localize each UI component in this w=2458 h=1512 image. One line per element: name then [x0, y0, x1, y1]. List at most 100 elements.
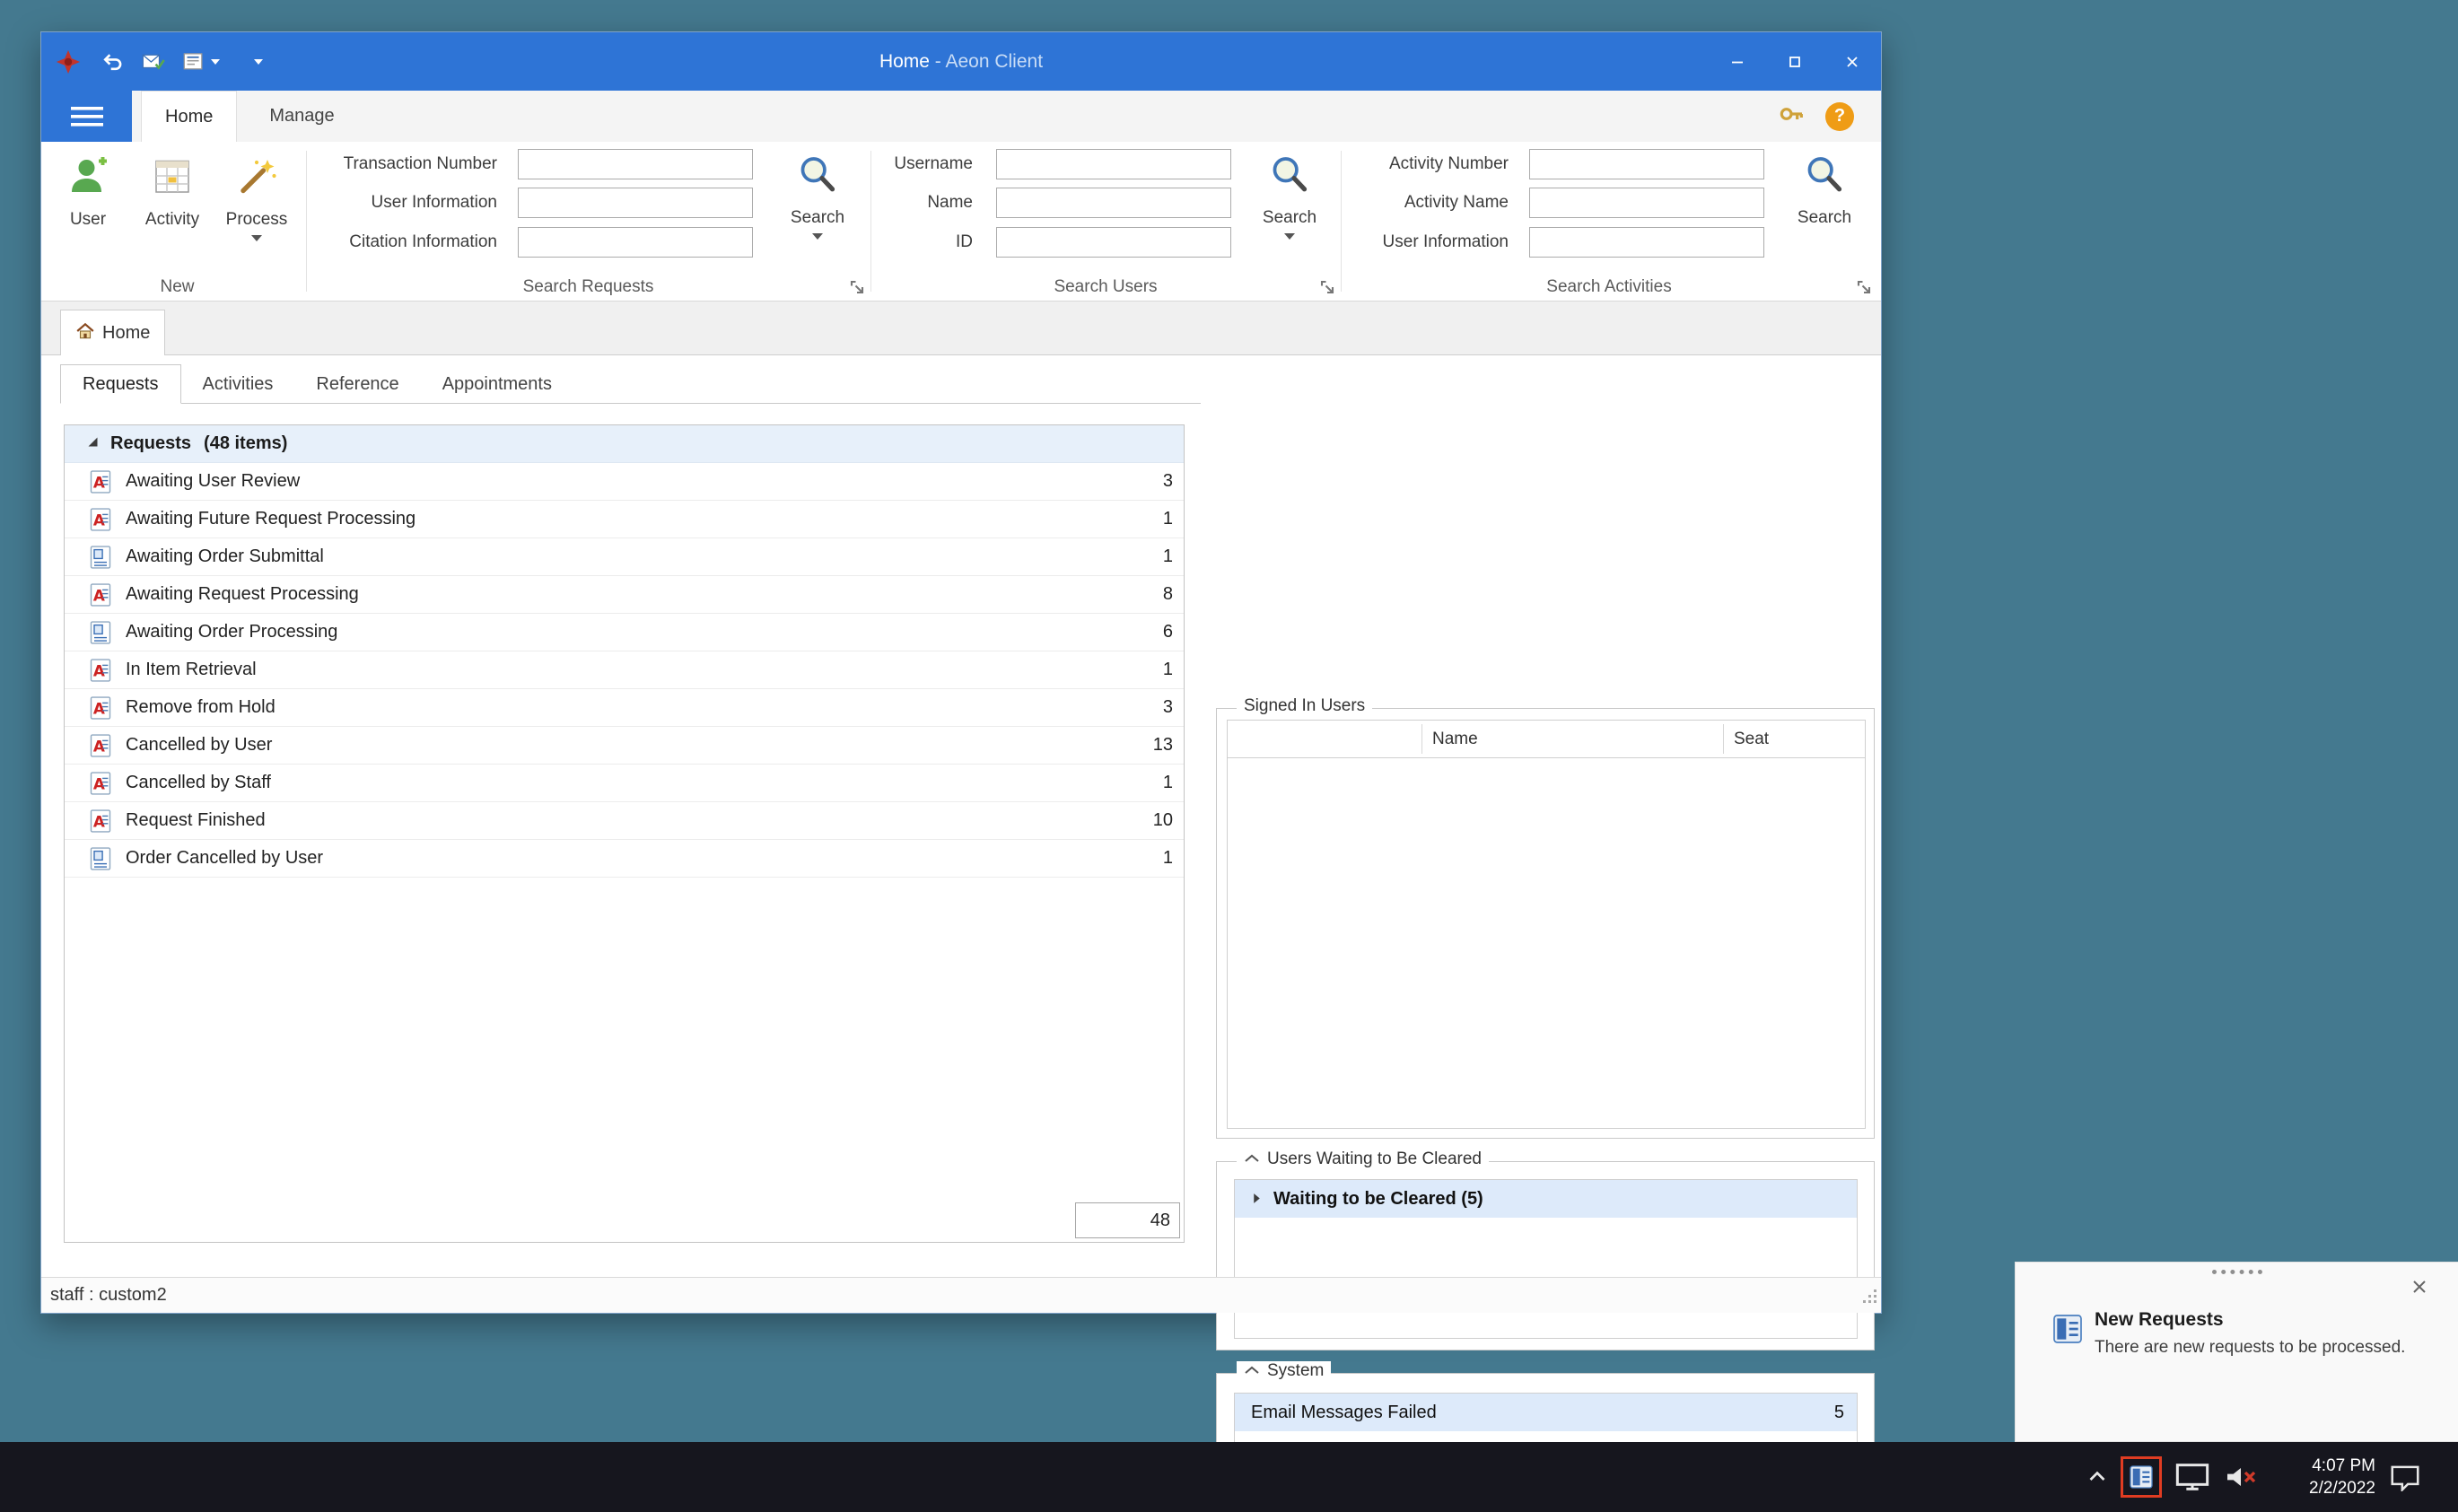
request-queue-row[interactable]: Awaiting Order Processing6	[65, 614, 1184, 651]
email-messages-failed-row[interactable]: Email Messages Failed 5	[1235, 1394, 1857, 1431]
tab-activities[interactable]: Activities	[181, 364, 295, 404]
transaction-number-label: Transaction Number	[311, 149, 497, 179]
toast-message: There are new requests to be processed.	[2095, 1338, 2405, 1358]
new-activity-button[interactable]: Activity	[133, 147, 212, 278]
queue-count: 1	[1163, 848, 1184, 869]
network-display-icon[interactable]	[2174, 1462, 2210, 1492]
dialog-launcher-icon[interactable]	[1856, 279, 1872, 295]
desktop: Home - Aeon Client Home Manage	[0, 0, 2458, 1512]
request-queue-row[interactable]: AIn Item Retrieval1	[65, 651, 1184, 689]
undo-icon[interactable]	[101, 52, 124, 72]
help-icon[interactable]: ?	[1825, 102, 1854, 131]
users-waiting-title-label: Users Waiting to Be Cleared	[1267, 1149, 1482, 1169]
aeon-tray-icon[interactable]	[2127, 1463, 2156, 1491]
name-column-header[interactable]: Name	[1421, 721, 1723, 758]
svg-text:A: A	[93, 661, 105, 679]
svg-text:A: A	[93, 586, 105, 604]
minimize-button[interactable]	[1709, 32, 1766, 91]
status-bar: staff : custom2	[41, 1277, 1881, 1313]
request-document-icon: A	[88, 469, 113, 494]
name-input[interactable]	[996, 188, 1231, 218]
aeon-client-window: Home - Aeon Client Home Manage	[40, 31, 1882, 1314]
queue-count: 1	[1163, 546, 1184, 567]
citation-information-input[interactable]	[518, 227, 753, 258]
activity-name-input[interactable]	[1529, 188, 1764, 218]
seat-column-header[interactable]: Seat	[1723, 721, 1867, 758]
window-title-secondary: - Aeon Client	[930, 51, 1043, 72]
tray-chevron-up-icon[interactable]	[2086, 1466, 2108, 1488]
activity-name-label: Activity Name	[1346, 188, 1509, 218]
queue-label: Awaiting Future Request Processing	[126, 509, 415, 529]
maximize-button[interactable]	[1766, 32, 1824, 91]
logged-in-user-label: staff : custom2	[50, 1285, 167, 1306]
transaction-number-input[interactable]	[518, 149, 753, 179]
titlebar[interactable]: Home - Aeon Client	[41, 32, 1881, 91]
system-title[interactable]: System	[1237, 1361, 1331, 1381]
request-queue-row[interactable]: ARemove from Hold3	[65, 689, 1184, 727]
request-queue-row[interactable]: AAwaiting User Review3	[65, 463, 1184, 501]
toast-drag-handle[interactable]	[2212, 1270, 2262, 1274]
request-queue-row[interactable]: Awaiting Order Submittal1	[65, 538, 1184, 576]
ribbon-tab-home[interactable]: Home	[141, 91, 237, 142]
username-input[interactable]	[996, 149, 1231, 179]
request-queue-row[interactable]: ACancelled by Staff1	[65, 765, 1184, 802]
request-queue-row[interactable]: ACancelled by User13	[65, 727, 1184, 765]
new-user-label: User	[70, 210, 106, 230]
indicator-column-header[interactable]	[1228, 721, 1421, 758]
close-button[interactable]	[1824, 32, 1881, 91]
volume-muted-icon[interactable]	[2223, 1462, 2259, 1492]
taskbar-clock[interactable]: 4:07 PM 2/2/2022	[2271, 1455, 2375, 1499]
document-tab-home[interactable]: Home	[60, 310, 165, 356]
svg-text:A: A	[93, 473, 105, 491]
activity-user-information-input[interactable]	[1529, 227, 1764, 258]
search-activities-button[interactable]: Search	[1786, 147, 1863, 278]
window-controls	[1709, 32, 1881, 91]
dialog-launcher-icon[interactable]	[1319, 279, 1335, 295]
dialog-launcher-icon[interactable]	[849, 279, 865, 295]
customize-quick-access-icon[interactable]	[254, 59, 263, 65]
ribbon-tab-manage[interactable]: Manage	[246, 91, 357, 142]
routing-form-icon[interactable]	[183, 52, 220, 72]
application-menu-button[interactable]	[41, 91, 132, 142]
submit-envelope-icon[interactable]	[142, 52, 165, 72]
email-failed-count: 5	[1834, 1403, 1844, 1423]
search-users-button[interactable]: Search	[1251, 147, 1328, 278]
dropdown-caret-icon	[254, 59, 263, 65]
queue-label: Remove from Hold	[126, 697, 276, 718]
action-center-icon[interactable]	[2388, 1463, 2422, 1491]
new-activity-label: Activity	[145, 210, 199, 230]
key-icon[interactable]	[1777, 100, 1806, 133]
tab-appointments[interactable]: Appointments	[421, 364, 573, 404]
ribbon-group-label-search-users: Search Users	[870, 277, 1341, 297]
request-queue-row[interactable]: Order Cancelled by User1	[65, 840, 1184, 878]
search-icon	[1804, 154, 1845, 200]
queue-label: Cancelled by Staff	[126, 773, 271, 793]
notification-toast[interactable]: New Requests There are new requests to b…	[2015, 1262, 2458, 1442]
tab-requests[interactable]: Requests	[60, 364, 181, 404]
tab-reference[interactable]: Reference	[294, 364, 420, 404]
toast-title: New Requests	[2095, 1309, 2224, 1331]
order-document-icon	[88, 545, 113, 570]
resize-grip[interactable]	[1859, 1286, 1879, 1311]
requests-grid: Requests (48 items) AAwaiting User Revie…	[64, 424, 1185, 1243]
queue-count: 3	[1163, 697, 1184, 718]
svg-text:A: A	[93, 737, 105, 755]
group-count: (48 items)	[204, 433, 287, 454]
magic-wand-icon	[235, 154, 278, 202]
request-queue-row[interactable]: AAwaiting Future Request Processing1	[65, 501, 1184, 538]
content-area: Requests Activities Reference Appointmen…	[41, 355, 1881, 1277]
toast-close-icon[interactable]	[2408, 1275, 2431, 1298]
activity-number-input[interactable]	[1529, 149, 1764, 179]
users-waiting-title[interactable]: Users Waiting to Be Cleared	[1237, 1149, 1489, 1169]
app-logo-icon	[56, 49, 81, 74]
request-queue-row[interactable]: AAwaiting Request Processing8	[65, 576, 1184, 614]
id-input[interactable]	[996, 227, 1231, 258]
request-queue-row[interactable]: ARequest Finished10	[65, 802, 1184, 840]
new-user-button[interactable]: User	[48, 147, 127, 278]
waiting-to-be-cleared-row[interactable]: Waiting to be Cleared (5)	[1235, 1180, 1857, 1218]
request-user-information-input[interactable]	[518, 188, 753, 218]
new-process-button[interactable]: Process	[217, 147, 296, 278]
requests-group-header[interactable]: Requests (48 items)	[65, 425, 1184, 463]
search-requests-button[interactable]: Search	[779, 147, 856, 278]
queue-label: Cancelled by User	[126, 735, 272, 756]
